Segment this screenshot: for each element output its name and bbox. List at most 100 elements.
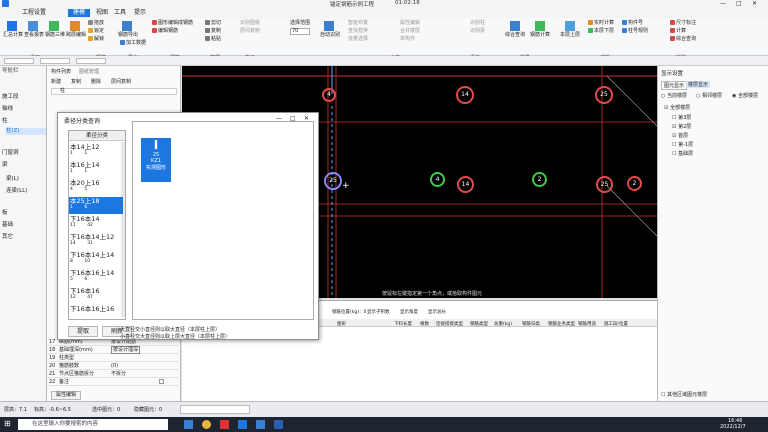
ribbon-smart-layout-button[interactable]: 智能布置	[348, 20, 368, 26]
prop-row[interactable]: 22 备注	[47, 378, 181, 386]
tab-component-list[interactable]: 构件列表	[51, 68, 71, 75]
ribbon-prop-edit-button[interactable]: 属性编辑	[400, 20, 420, 26]
floor-copy-button[interactable]: 层间复制	[111, 78, 131, 85]
list-item[interactable]: 下16本16上14 5 6	[69, 269, 123, 286]
ribbon-cloud-check-button[interactable]: 本层上层	[560, 21, 580, 38]
ribbon-rebar-calc-button[interactable]: 钢筋计算	[530, 21, 550, 38]
ribbon-edit-rebar-button[interactable]: 编辑钢筋	[152, 28, 178, 34]
ribbon-realtime-button[interactable]: 本层下层	[588, 28, 614, 34]
prop-row[interactable]: 19 柱类型	[47, 354, 181, 362]
column-marker[interactable]: 2	[627, 176, 642, 191]
floor-check-minus1[interactable]: ☐ 第-1层	[672, 141, 693, 148]
windows-start-icon[interactable]: ⊞	[4, 420, 11, 428]
ribbon-floor-copy-button[interactable]: 层间复制	[240, 28, 260, 34]
ribbon-graphic-edit-button[interactable]: 图形编辑成钢筋	[152, 20, 193, 26]
tab-tools[interactable]: 工具	[114, 9, 126, 17]
new-button[interactable]: 新建	[51, 78, 61, 85]
delete-button[interactable]: 删除	[91, 78, 101, 85]
tab-project-settings[interactable]: 工程设置	[22, 9, 46, 17]
floor-check-3[interactable]: ☐ 第3层	[672, 114, 691, 121]
copy-button[interactable]: 复制	[71, 78, 81, 85]
tab-hints[interactable]: 提示	[134, 9, 146, 17]
floor-select[interactable]	[4, 58, 34, 64]
nav-item-segment[interactable]: 施工段	[2, 94, 19, 101]
show-length-check[interactable]: 显示总长	[428, 309, 446, 315]
column-marker[interactable]: 2	[532, 172, 547, 187]
list-item[interactable]: 本20上16 4 5	[69, 179, 123, 196]
ribbon-report-button[interactable]: 查看报表	[24, 21, 44, 38]
radio-adjacent-floor[interactable]: ○ 相邻楼层	[696, 92, 722, 99]
list-item[interactable]: 本14上12 1 1	[69, 143, 123, 160]
ribbon-dimension-button[interactable]: 综合查询	[670, 36, 696, 42]
show-sub-count-check[interactable]: 显示子积数	[367, 309, 390, 315]
column-marker[interactable]: 25	[595, 86, 613, 104]
column-marker[interactable]: 25	[596, 176, 613, 193]
column-marker[interactable]: 4	[430, 172, 445, 187]
range-dropdown[interactable]: 70	[290, 28, 310, 35]
ribbon-merge-floor-button[interactable]: 合并楼层	[400, 28, 420, 34]
ribbon-process-data-button[interactable]: 加工数据	[120, 40, 146, 46]
app3-icon[interactable]	[274, 420, 283, 429]
list-item[interactable]: 下16本16 12 47	[69, 287, 123, 304]
ribbon-column-rule-button[interactable]: 计算	[670, 28, 686, 34]
tree-root-all-floors[interactable]: ☑ 全部楼层	[664, 104, 690, 111]
tab-view[interactable]: 视图	[96, 9, 108, 17]
prop-row[interactable]: 21 节点区箍筋拆分 不拆分	[47, 370, 181, 378]
taskbar-search[interactable]: 在这里输入你要搜索的内容	[18, 419, 168, 430]
floor-check-foundation[interactable]: ☐ 基础层	[672, 150, 693, 157]
component-select[interactable]	[76, 58, 106, 64]
column-marker[interactable]: 14	[456, 86, 474, 104]
ribbon-floor-down-button[interactable]: 柱号规则	[622, 28, 648, 34]
radio-all-floors[interactable]: ◉ 全部楼层	[732, 92, 758, 99]
ribbon-export-button[interactable]: 钢筋导出	[118, 21, 138, 38]
list-item[interactable]: 下16本14上12 14 31	[69, 233, 123, 250]
list-item[interactable]: 下16本14上14 8 10	[69, 251, 123, 268]
ribbon-batch-select-button[interactable]: 批量选择	[348, 36, 368, 42]
other-area-check[interactable]: ☐ 其他区域图元楼层	[661, 391, 707, 398]
tab-floor-display[interactable]: 楼层显示	[686, 81, 711, 88]
floor-check-2[interactable]: ☑ 第2层	[672, 123, 691, 130]
ribbon-copy-button[interactable]: 复制	[205, 28, 221, 34]
ribbon-paste-button[interactable]: 粘贴	[205, 36, 221, 42]
nav-item-foundation[interactable]: 基础	[2, 222, 13, 229]
ribbon-identify-beam-button[interactable]: 识别梁	[470, 28, 485, 34]
snap-toolbar[interactable]	[180, 405, 250, 414]
component-card[interactable]: I 25 KZ1 实测图形	[141, 138, 171, 182]
list-item[interactable]: 下16本14 11 42	[69, 215, 123, 232]
ribbon-identify-column-button[interactable]: 识别柱	[470, 20, 485, 26]
property-edit-button[interactable]: 属性编辑	[51, 391, 81, 400]
tab-modeling[interactable]: 建模	[68, 9, 91, 17]
nav-item-opening[interactable]: 门窗洞	[2, 150, 19, 157]
ribbon-lock-button[interactable]: 锁定	[88, 28, 104, 34]
app2-icon[interactable]	[256, 420, 265, 429]
nav-item-beam-l[interactable]: 梁(L)	[6, 176, 19, 183]
nav-item-axis[interactable]: 轴线	[2, 106, 13, 113]
nav-item-other[interactable]: 其它	[2, 234, 13, 241]
ribbon-cut-button[interactable]: 剪切	[205, 20, 221, 26]
component-type-select[interactable]	[40, 58, 70, 64]
nav-item-beam[interactable]: 梁	[2, 162, 8, 169]
ribbon-calc-button[interactable]: 汇总计算	[3, 21, 23, 38]
ribbon-cross-floor-button[interactable]: 跨层编辑	[66, 21, 86, 38]
ribbon-hint-button[interactable]: 实时计算	[588, 20, 614, 26]
checkbox[interactable]	[159, 379, 164, 384]
prop-row[interactable]: 20 箍筋肢数 (0)	[47, 362, 181, 370]
ribbon-auto-identify-button[interactable]: 自动识别	[320, 21, 340, 38]
floor-check-first[interactable]: ☑ 首层	[672, 132, 688, 139]
ribbon-component-no-button[interactable]: 尺寸标注	[670, 20, 696, 26]
prop-row[interactable]: 18 基础埋深(mm) 按设计埋深	[47, 346, 181, 354]
extract-button[interactable]: 提取	[68, 326, 98, 337]
nav-item-slab[interactable]: 板	[2, 210, 8, 217]
list-item[interactable]: 下16本16上16	[69, 305, 123, 319]
ribbon-query-button[interactable]: 综合查询	[505, 21, 525, 38]
tab-drawing-manage[interactable]: 图纸管理	[79, 68, 99, 75]
show-angle-check[interactable]: 显示角度	[400, 309, 418, 315]
ribbon-identify-drawing-button[interactable]: 识别图纸	[240, 20, 260, 26]
browser-icon[interactable]	[202, 420, 211, 429]
nav-item-column[interactable]: 柱	[2, 118, 8, 125]
tab-element-display[interactable]: 图元显示	[661, 81, 688, 90]
list-item[interactable]: 本16上14 1 1	[69, 161, 123, 178]
radio-current-floor[interactable]: ○ 当前楼层	[661, 92, 687, 99]
ribbon-floor-up-button[interactable]: 构件号	[622, 20, 643, 26]
column-marker-selected[interactable]: 25	[324, 172, 342, 190]
